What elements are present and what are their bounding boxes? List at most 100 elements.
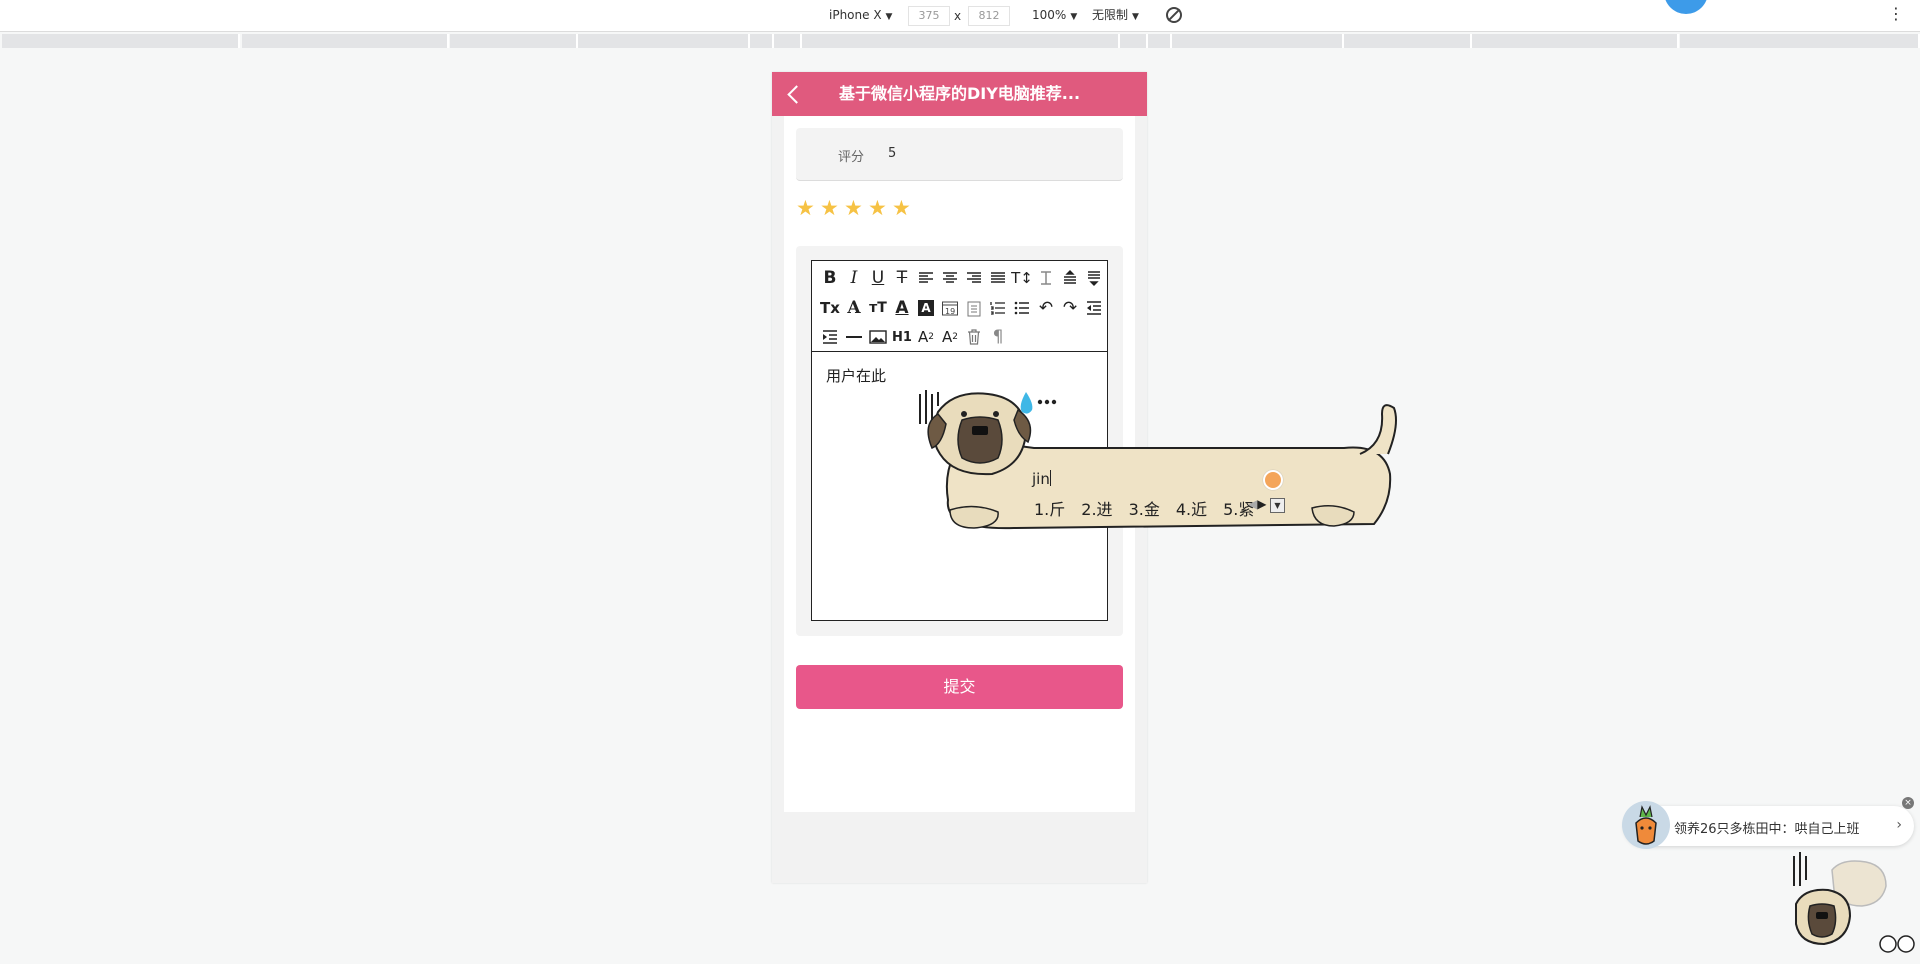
- media-segment[interactable]: [1344, 34, 1472, 48]
- more-icon[interactable]: ⋮: [1888, 4, 1905, 23]
- media-segment[interactable]: [774, 34, 802, 48]
- ime-candidate-window: jin 1.斤 2.进 3.金 4.近 5.紧 ◀▶ ▼: [914, 384, 1402, 536]
- star-icon[interactable]: ★: [868, 198, 888, 219]
- date-icon[interactable]: 19: [938, 296, 962, 320]
- align-center-icon[interactable]: [938, 266, 962, 290]
- toolbar-row: Tx A ᴛT A A 19 ↶ ↷: [818, 295, 1106, 321]
- star-icon[interactable]: ★: [892, 198, 912, 219]
- dog-mascot-image: [1793, 852, 1915, 953]
- devtools-device-toolbar: iPhone X ▼ 375 x 812 100% ▼ 无限制 ▼ ⋮: [0, 0, 1920, 32]
- score-label: 评分: [838, 150, 865, 165]
- editor-content[interactable]: 用户在此: [826, 365, 886, 386]
- italic-icon[interactable]: I: [842, 266, 866, 290]
- media-segment[interactable]: [2, 34, 240, 48]
- strikethrough-icon[interactable]: T: [890, 266, 914, 290]
- blue-circle-icon[interactable]: [1664, 0, 1708, 14]
- notification-toast[interactable]: 领养26只多栋田中：哄自己上班 ›: [1622, 801, 1914, 849]
- ime-candidate[interactable]: 1.斤: [1034, 496, 1065, 520]
- chevron-left-icon[interactable]: [787, 85, 806, 104]
- zoom-select[interactable]: 100% ▼: [1032, 8, 1077, 24]
- align-right-icon[interactable]: [962, 266, 986, 290]
- ime-candidate[interactable]: 3.金: [1129, 496, 1160, 520]
- svg-text:19: 19: [945, 307, 955, 316]
- media-segment[interactable]: [750, 34, 774, 48]
- indent-icon[interactable]: [818, 325, 842, 349]
- device-select[interactable]: iPhone X ▼: [829, 8, 892, 24]
- editor-toolbar: B I U T T↕ Tx A ᴛT A A 19 ↶ ↷ H1 A 2 A 2…: [812, 261, 1107, 352]
- media-segment[interactable]: [1472, 34, 1679, 48]
- toolbar-row: H1 A2 A2 ¶: [818, 324, 1010, 350]
- media-segment[interactable]: [450, 34, 578, 48]
- media-segment[interactable]: [1148, 34, 1172, 48]
- score-value: 5: [888, 146, 897, 161]
- star-rating[interactable]: ★ ★ ★ ★ ★: [796, 198, 916, 222]
- superscript-icon[interactable]: A2: [938, 325, 962, 349]
- ime-logo-icon[interactable]: [1263, 470, 1283, 490]
- media-segment[interactable]: [1172, 34, 1344, 48]
- device-name: iPhone X: [829, 8, 882, 22]
- rotate-icon[interactable]: [1166, 7, 1182, 23]
- close-icon[interactable]: ×: [1902, 797, 1914, 809]
- subscript-icon[interactable]: A2: [914, 325, 938, 349]
- horizontal-rule-icon[interactable]: [842, 325, 866, 349]
- text-caret: [1049, 470, 1051, 486]
- zoom-value: 100%: [1032, 8, 1067, 22]
- redo-icon[interactable]: ↷: [1058, 296, 1082, 320]
- ordered-list-icon[interactable]: [986, 296, 1010, 320]
- image-icon[interactable]: [866, 325, 890, 349]
- ime-menu-icon[interactable]: ▼: [1270, 498, 1285, 513]
- background-color-icon[interactable]: A: [914, 296, 938, 320]
- ime-page-arrows[interactable]: ◀▶: [1248, 497, 1266, 511]
- media-segment[interactable]: [802, 34, 1120, 48]
- star-icon[interactable]: ★: [844, 198, 864, 219]
- page-prev-icon[interactable]: ◀: [1248, 497, 1257, 511]
- ime-candidate[interactable]: 2.进: [1081, 496, 1112, 520]
- score-field[interactable]: 评分 5: [796, 128, 1123, 181]
- font-icon[interactable]: A: [842, 296, 866, 320]
- notification-text: 领养26只多栋田中：哄自己上班: [1674, 822, 1860, 837]
- space-after-icon[interactable]: [1082, 266, 1106, 290]
- dimension-separator: x: [954, 9, 962, 23]
- align-left-icon[interactable]: [914, 266, 938, 290]
- throttle-select[interactable]: 无限制 ▼: [1092, 8, 1139, 24]
- media-query-bar[interactable]: [0, 34, 1920, 50]
- align-justify-icon[interactable]: [986, 266, 1010, 290]
- bold-icon[interactable]: B: [818, 266, 842, 290]
- ime-candidate-list: 1.斤 2.进 3.金 4.近 5.紧: [1034, 496, 1270, 520]
- star-icon[interactable]: ★: [820, 198, 840, 219]
- paragraph-icon[interactable]: ¶: [986, 325, 1010, 349]
- height-input[interactable]: 812: [968, 6, 1010, 26]
- chevron-right-icon[interactable]: ›: [1896, 817, 1902, 833]
- throttle-value: 无限制: [1092, 8, 1129, 22]
- submit-button[interactable]: 提交: [796, 665, 1123, 709]
- media-segment[interactable]: [242, 34, 449, 48]
- underline-icon[interactable]: U: [866, 266, 890, 290]
- media-segment[interactable]: [578, 34, 750, 48]
- caret-down-icon: ▼: [1132, 12, 1139, 22]
- line-height-icon[interactable]: [1034, 266, 1058, 290]
- star-icon[interactable]: ★: [796, 198, 816, 219]
- font-color-icon[interactable]: A: [890, 296, 914, 320]
- header-icon[interactable]: H1: [890, 325, 914, 349]
- undo-icon[interactable]: ↶: [1034, 296, 1058, 320]
- outdent-icon[interactable]: [1082, 296, 1106, 320]
- page-title: 基于微信小程序的DIY电脑推荐...: [838, 84, 1081, 103]
- media-segment[interactable]: [1120, 34, 1148, 48]
- font-size-icon[interactable]: T↕: [1010, 266, 1034, 290]
- ime-candidate[interactable]: 4.近: [1176, 496, 1207, 520]
- delete-icon[interactable]: [962, 325, 986, 349]
- clipboard-icon[interactable]: [962, 296, 986, 320]
- ime-composition: jin: [1032, 470, 1051, 488]
- navigation-bar: 基于微信小程序的DIY电脑推荐...: [772, 72, 1147, 116]
- media-segment[interactable]: [1680, 34, 1920, 48]
- space-before-icon[interactable]: [1058, 266, 1082, 290]
- clear-format-icon[interactable]: Tx: [818, 296, 842, 320]
- avatar: [1622, 801, 1670, 849]
- toolbar-row: B I U T T↕: [818, 265, 1106, 291]
- unordered-list-icon[interactable]: [1010, 296, 1034, 320]
- width-input[interactable]: 375: [908, 6, 950, 26]
- font-small-icon[interactable]: ᴛT: [866, 296, 890, 320]
- page-next-icon[interactable]: ▶: [1257, 497, 1266, 511]
- caret-down-icon: ▼: [1070, 12, 1078, 22]
- caret-down-icon: ▼: [885, 12, 893, 22]
